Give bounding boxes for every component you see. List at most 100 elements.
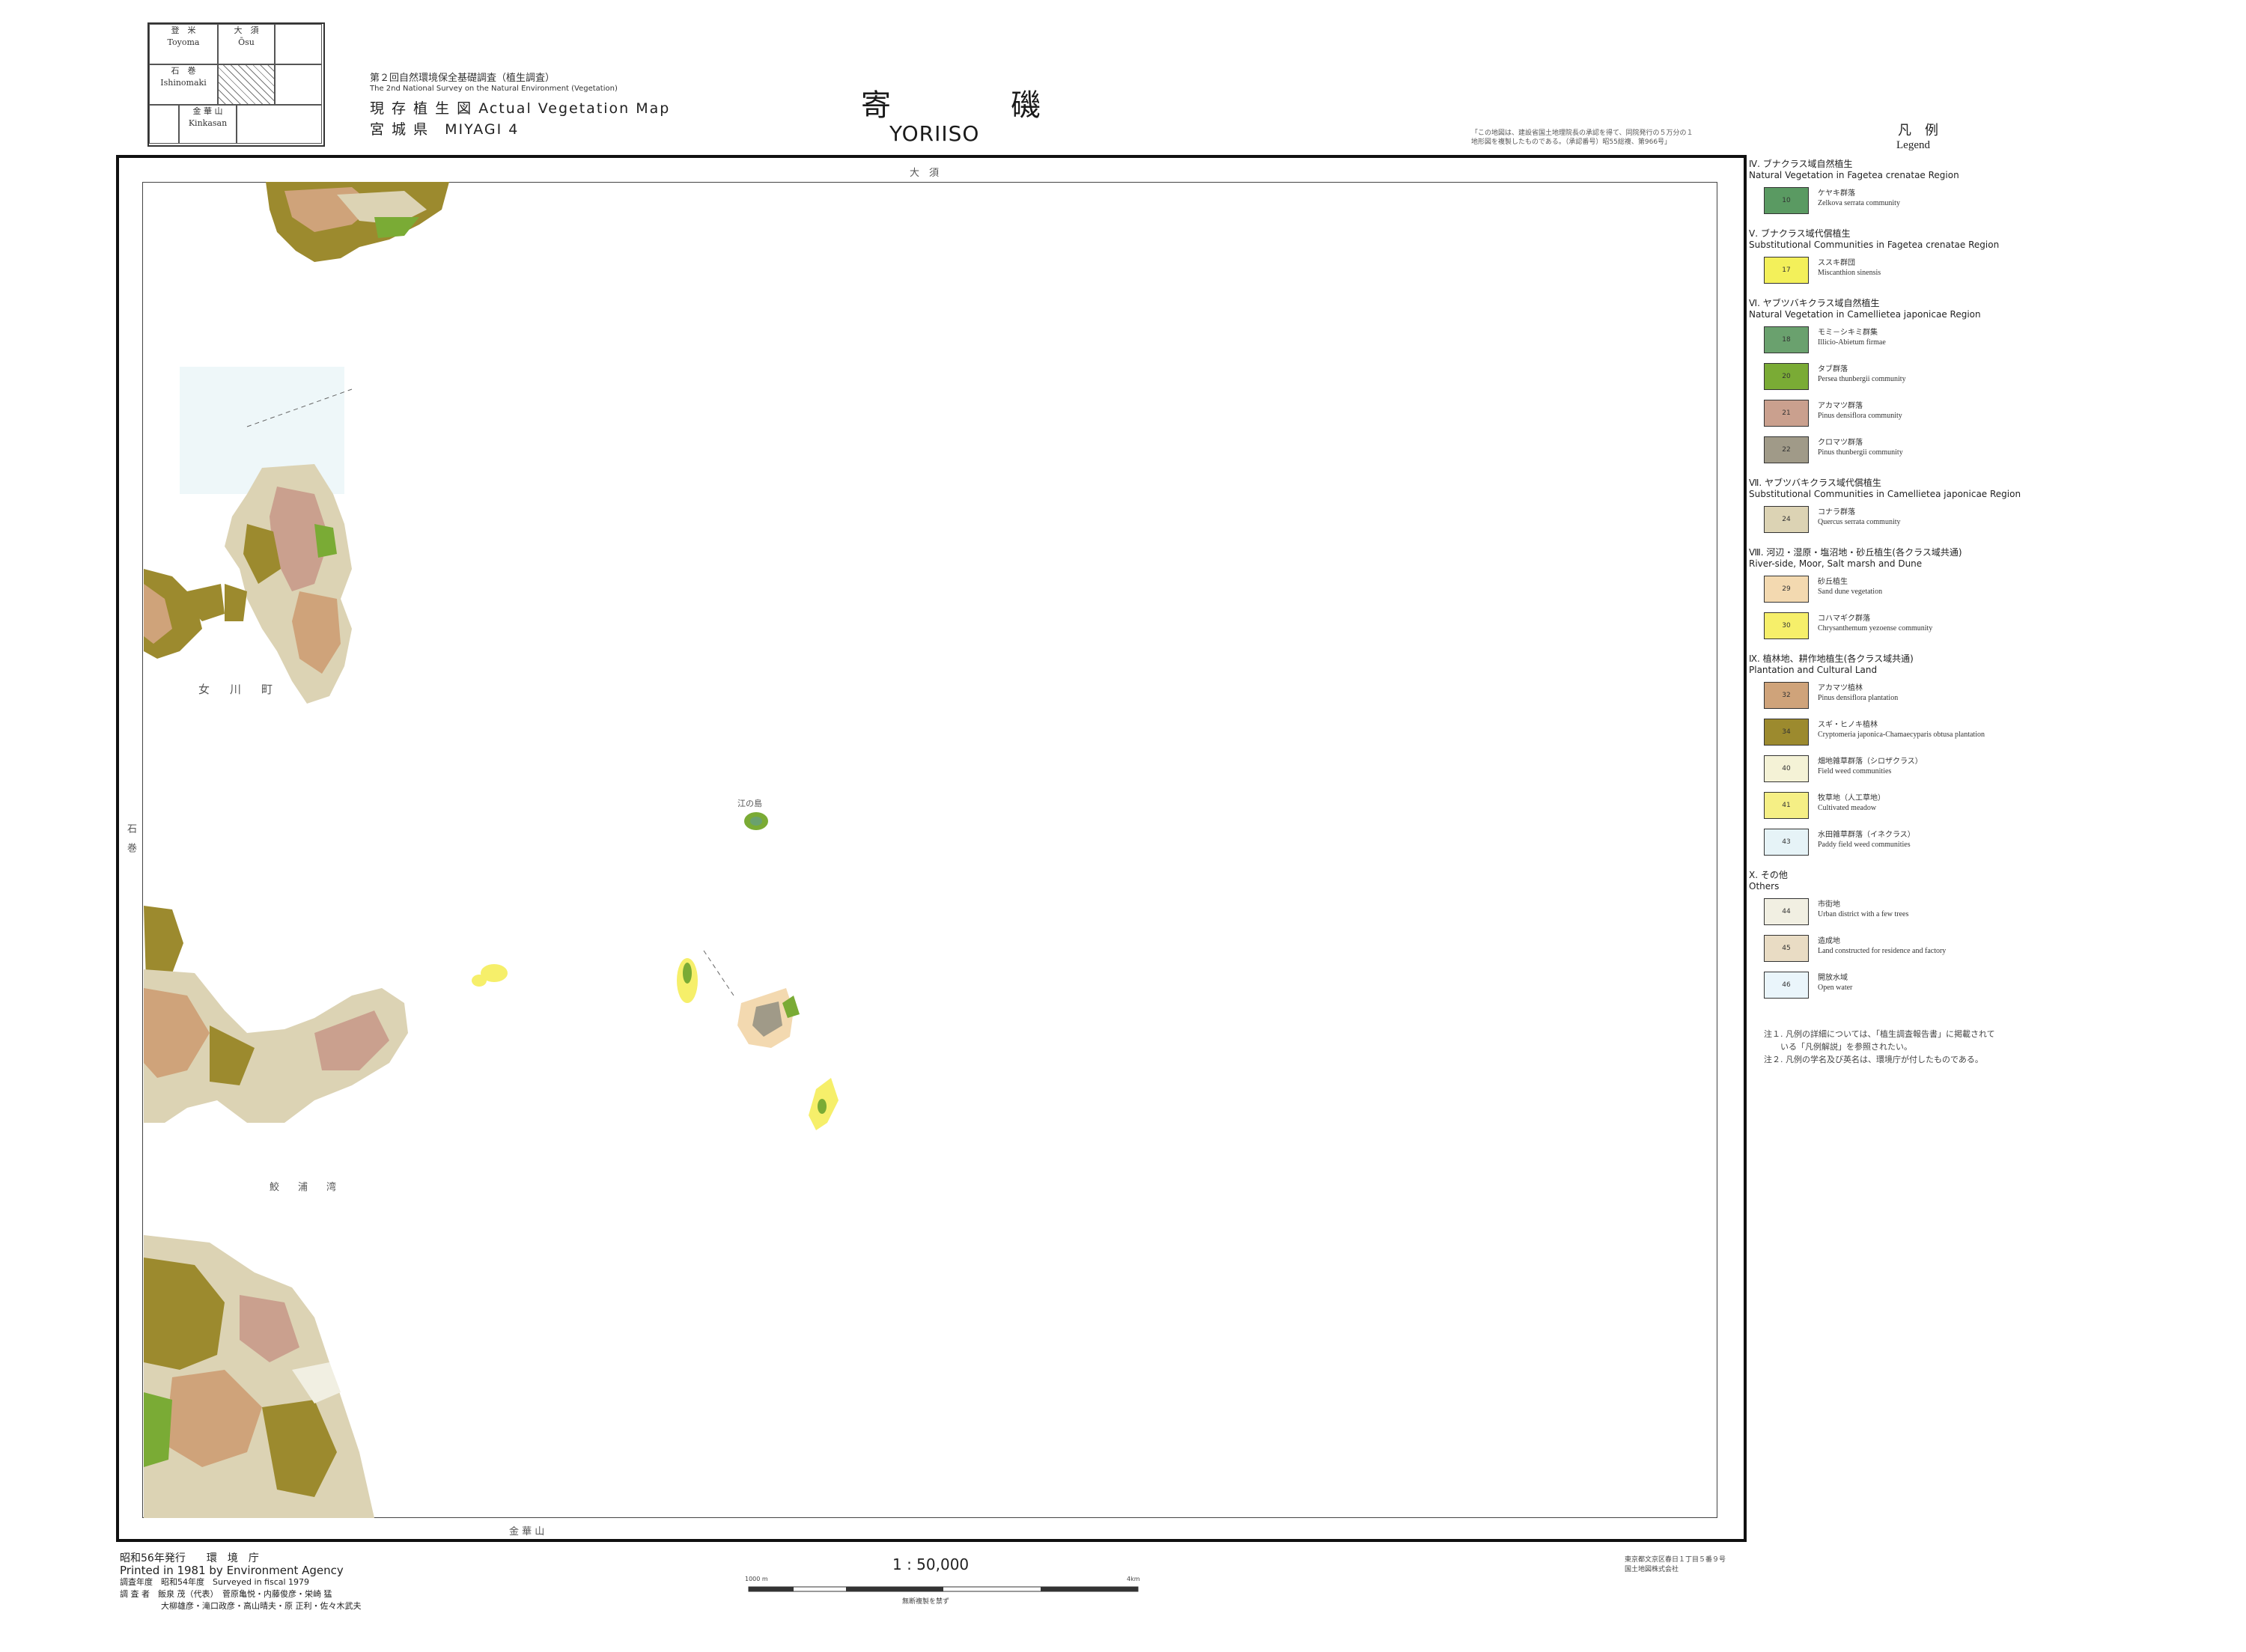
legend-swatch: 43	[1764, 829, 1809, 856]
legend-section-title-en: Substitutional Communities in Fagetea cr…	[1749, 240, 2000, 250]
legend-swatch: 46	[1764, 972, 1809, 999]
legend-item-en: Quercus serrata community	[1818, 518, 1901, 526]
legend-section-title-jp: Ⅵ. ヤブツバキクラス域自然植生	[1749, 298, 1880, 308]
legend-item-jp: 市街地	[1818, 900, 1840, 909]
legend-section-title-en: Natural Vegetation in Camellietea japoni…	[1749, 309, 1981, 320]
legend-swatch: 22	[1764, 436, 1809, 463]
legend-item-en: Sand dune vegetation	[1818, 588, 1883, 596]
legend-item-en: Pinus thunbergii community	[1818, 448, 1903, 457]
landmass-south-peninsula	[144, 969, 408, 1518]
landmass-north-coast	[266, 182, 449, 262]
legend-item-label: 水田雑草群落（イネクラス） Paddy field weed communitie…	[1818, 830, 1915, 850]
place-samenoura-bay: 鮫 浦 湾	[270, 1182, 341, 1193]
legend-item-jp: 砂丘植生	[1818, 578, 1848, 586]
legend-section-title-en: Substitutional Communities in Camelliete…	[1749, 489, 2021, 499]
legend-swatch: 32	[1764, 682, 1809, 709]
legend-item-jp: ケヤキ群落	[1818, 189, 1855, 198]
legend-item-en: Persea thunbergii community	[1818, 375, 1906, 383]
legend-item-jp: 開放水域	[1818, 974, 1848, 982]
legend-swatch: 44	[1764, 898, 1809, 925]
legend-section-header: Ⅳ. ブナクラス域自然植生 Natural Vegetation in Faget…	[1749, 159, 1959, 181]
legend-section-title-jp: Ⅸ. 植林地、耕作地植生(各クラス域共通)	[1749, 653, 1914, 664]
legend-section-header: Ⅹ. その他 Others	[1749, 870, 1788, 892]
legend-section-title-jp: Ⅴ. ブナクラス域代償植生	[1749, 228, 1851, 239]
legend-item-label: クロマツ群落 Pinus thunbergii community	[1818, 438, 1903, 457]
legend-section-header: Ⅴ. ブナクラス域代償植生 Substitutional Communities …	[1749, 228, 1999, 251]
legend-item-label: 造成地 Land constructed for residence and fa…	[1818, 936, 1946, 956]
legend-notes: 注１. 凡例の詳細については、「植生調査報告書」に掲載されて いる「凡例解説」を…	[1764, 1029, 1995, 1064]
legend-swatch: 20	[1764, 363, 1809, 390]
map-scale: 1 : 50,000	[892, 1555, 970, 1573]
legend-item-label: ケヤキ群落 Zelkova serrata community	[1818, 189, 1900, 208]
legend-item-jp: タブ群落	[1818, 365, 1848, 374]
legend-item-label: 開放水域 Open water	[1818, 973, 1852, 993]
legend-section-title-en: Others	[1749, 881, 1780, 891]
legend-item-label: タブ群落 Persea thunbergii community	[1818, 365, 1906, 384]
scale-bar	[748, 1586, 1139, 1592]
legend-item-jp: ススキ群団	[1818, 259, 1855, 267]
legend-section-title-jp: Ⅶ. ヤブツバキクラス域代償植生	[1749, 478, 1881, 488]
legend-item-en: Pinus densiflora community	[1818, 412, 1902, 420]
legend-item-label: ススキ群団 Miscanthion sinensis	[1818, 258, 1881, 278]
scale-start-label: 1000 m	[745, 1576, 768, 1582]
legend-item-jp: アカマツ群落	[1818, 402, 1863, 410]
printer-info: 東京都文京区春日１丁目５番９号 国土地図株式会社	[1625, 1556, 1726, 1573]
legend-section-title-jp: Ⅷ. 河辺・湿原・塩沼地・砂丘植生(各クラス域共通)	[1749, 547, 1962, 558]
legend-item-label: アカマツ群落 Pinus densiflora community	[1818, 401, 1902, 421]
legend-item-jp: 水田雑草群落（イネクラス）	[1818, 831, 1915, 839]
legend-item-en: Open water	[1818, 984, 1853, 992]
legend-item-en: Zelkova serrata community	[1818, 199, 1900, 207]
legend-section-header: Ⅸ. 植林地、耕作地植生(各クラス域共通) Plantation and Cult…	[1749, 653, 1914, 676]
reproduction-note: 無断複製を禁ず	[902, 1598, 950, 1606]
legend-item-jp: コハマギク群落	[1818, 615, 1870, 623]
legend-item-label: 砂丘植生 Sand dune vegetation	[1818, 577, 1882, 597]
legend-item-jp: 造成地	[1818, 937, 1840, 945]
map-bottom-label: 金 華 山	[509, 1526, 545, 1537]
legend-item-jp: モミ－シキミ群集	[1818, 329, 1878, 337]
legend-section-title-jp: Ⅹ. その他	[1749, 870, 1788, 880]
legend-swatch: 29	[1764, 576, 1809, 603]
legend-item-label: 畑地雑草群落（シロザクラス） Field weed communities	[1818, 757, 1923, 776]
legend-item-en: Cryptomeria japonica-Chamaecyparis obtus…	[1818, 731, 1985, 739]
legend-item-en: Urban district with a few trees	[1818, 910, 1909, 918]
legend-item-jp: アカマツ植林	[1818, 684, 1863, 692]
legend-swatch: 17	[1764, 257, 1809, 284]
legend-item-en: Miscanthion sinensis	[1818, 269, 1881, 277]
scale-end-label: 4km	[1127, 1576, 1140, 1582]
legend-item-jp: 牧草地（人工草地）	[1818, 794, 1885, 802]
legend-item-label: モミ－シキミ群集 Illicio-Abietum firmae	[1818, 328, 1886, 347]
legend-item-en: Paddy field weed communities	[1818, 841, 1911, 849]
legend-item-jp: 畑地雑草群落（シロザクラス）	[1818, 758, 1923, 766]
legend-section-title-jp: Ⅳ. ブナクラス域自然植生	[1749, 159, 1853, 169]
legend-item-en: Chrysanthemum yezoense community	[1818, 624, 1933, 633]
legend-swatch: 18	[1764, 326, 1809, 353]
islets-middle	[472, 812, 839, 1130]
legend-section-title-en: Plantation and Cultural Land	[1749, 665, 1878, 675]
legend-item-jp: コナラ群落	[1818, 508, 1855, 516]
issue-info: 昭和56年発行 環 境 庁 Printed in 1981 by Environ…	[120, 1552, 362, 1611]
legend-item-label: 市街地 Urban district with a few trees	[1818, 900, 1908, 919]
legend-section-header: Ⅵ. ヤブツバキクラス域自然植生 Natural Vegetation in Ca…	[1749, 298, 1981, 320]
legend-item-en: Cultivated meadow	[1818, 804, 1877, 812]
legend-item-en: Land constructed for residence and facto…	[1818, 947, 1947, 955]
legend-section-header: Ⅶ. ヤブツバキクラス域代償植生 Substitutional Communiti…	[1749, 478, 2021, 500]
legend-swatch: 21	[1764, 400, 1809, 427]
legend-item-jp: スギ・ヒノキ植林	[1818, 721, 1878, 729]
legend-item-label: アカマツ植林 Pinus densiflora plantation	[1818, 683, 1898, 703]
map-left-label: 石 巻	[125, 823, 136, 853]
place-enoshima: 江の島	[737, 799, 762, 808]
legend-item-label: 牧草地（人工草地） Cultivated meadow	[1818, 793, 1885, 813]
legend-swatch: 40	[1764, 755, 1809, 782]
legend-item-label: コハマギク群落 Chrysanthemum yezoense community	[1818, 614, 1932, 633]
legend-swatch: 34	[1764, 719, 1809, 746]
legend-swatch: 41	[1764, 792, 1809, 819]
legend-section-title-en: River-side, Moor, Salt marsh and Dune	[1749, 558, 1923, 569]
legend-section-title-en: Natural Vegetation in Fagetea crenatae R…	[1749, 170, 1959, 180]
legend-item-en: Pinus densiflora plantation	[1818, 694, 1899, 702]
legend-swatch: 30	[1764, 612, 1809, 639]
legend-section-header: Ⅷ. 河辺・湿原・塩沼地・砂丘植生(各クラス域共通) River-side, Mo…	[1749, 547, 1962, 570]
legend-item-label: スギ・ヒノキ植林 Cryptomeria japonica-Chamaecypar…	[1818, 720, 1985, 740]
legend-item-jp: クロマツ群落	[1818, 439, 1863, 447]
legend-swatch: 10	[1764, 187, 1809, 214]
legend-item-en: Field weed communities	[1818, 767, 1892, 775]
